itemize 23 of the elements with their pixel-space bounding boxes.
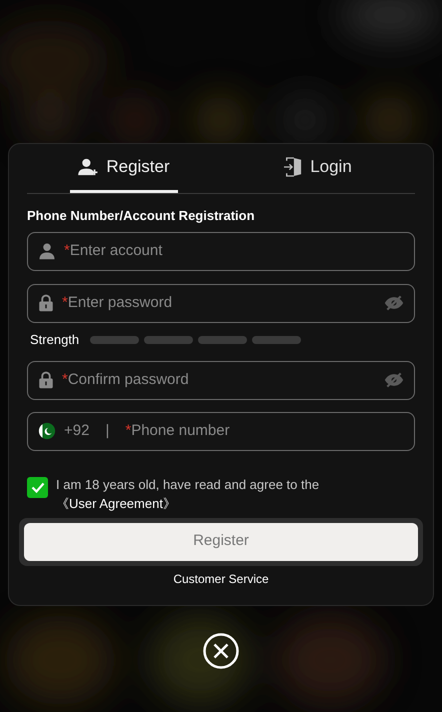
- account-field[interactable]: *Enter account: [27, 232, 415, 270]
- customer-service-link[interactable]: Customer Service: [173, 570, 269, 588]
- agreement-text: I am 18 years old, have read and agree to the 《User Agreement》: [56, 476, 320, 512]
- close-button[interactable]: [202, 632, 240, 670]
- lock-icon: [38, 294, 54, 312]
- strength-label: Strength: [30, 330, 80, 349]
- door-icon: [284, 157, 302, 177]
- flag-icon: [38, 422, 56, 440]
- phone-field[interactable]: +92 | *Phone number: [27, 412, 415, 450]
- section-title: Phone Number/Account Registration: [27, 207, 256, 225]
- tab[interactable]: Register: [70, 144, 178, 193]
- eye-off-icon[interactable]: [384, 295, 404, 311]
- register-button[interactable]: Register: [24, 522, 418, 560]
- user-agreement-link[interactable]: 《User Agreement》: [56, 496, 176, 510]
- password-field[interactable]: *Confirm password: [27, 360, 415, 400]
- eye-off-icon[interactable]: [384, 372, 404, 388]
- user-plus-icon: [78, 158, 98, 176]
- user-icon: [38, 242, 56, 260]
- tab[interactable]: Login: [276, 144, 360, 193]
- password-field[interactable]: *Enter password: [27, 284, 415, 322]
- agreement-checkbox[interactable]: [27, 476, 48, 498]
- check-icon: [30, 482, 44, 492]
- lock-icon: [38, 371, 54, 389]
